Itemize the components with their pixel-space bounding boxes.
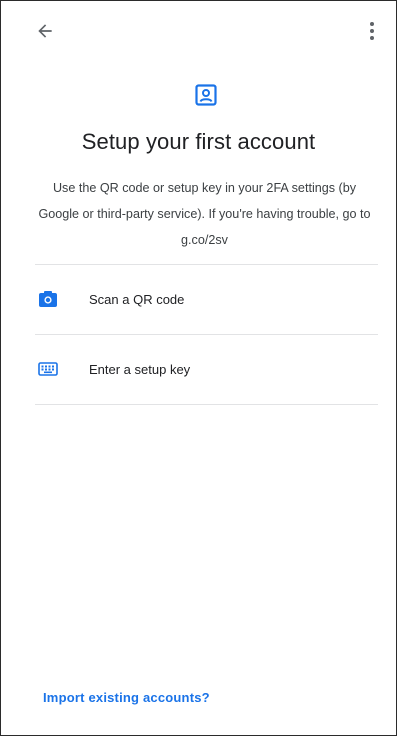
back-button[interactable] <box>32 18 58 44</box>
import-existing-accounts-link[interactable]: Import existing accounts? <box>43 690 210 705</box>
more-vert-icon <box>370 22 374 40</box>
arrow-left-icon <box>38 24 52 38</box>
more-options-button[interactable] <box>360 18 384 44</box>
enter-setup-key-label: Enter a setup key <box>89 361 191 377</box>
keyboard-icon <box>38 360 58 378</box>
setup-description: Use the QR code or setup key in your 2FA… <box>38 181 371 247</box>
scan-qr-code-label: Scan a QR code <box>89 291 185 307</box>
scan-qr-code-option[interactable]: Scan a QR code <box>1 265 396 333</box>
top-app-bar <box>1 1 396 61</box>
page-title: Setup your first account <box>81 129 316 154</box>
camera-icon <box>38 290 58 308</box>
account-box-icon <box>194 83 218 107</box>
enter-setup-key-option[interactable]: Enter a setup key <box>1 335 396 403</box>
divider <box>35 404 378 405</box>
